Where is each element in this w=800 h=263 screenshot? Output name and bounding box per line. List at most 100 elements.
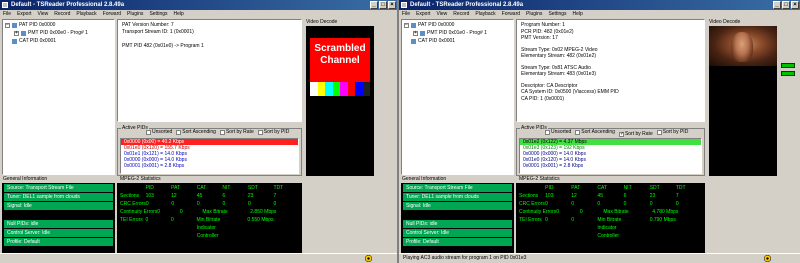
- general-row: Profile: Default: [403, 238, 512, 246]
- menu-file[interactable]: File: [0, 10, 14, 18]
- tsreader-window-2: Default - TSReader Professional 2.8.49a …: [399, 0, 800, 263]
- stats-row: Controller: [196, 233, 219, 239]
- menu-forward[interactable]: Forward: [100, 10, 124, 18]
- info-panel: Program Number: 1 PCR PID: 482 (0x01e2) …: [516, 19, 705, 122]
- color-bars: [310, 82, 370, 96]
- status-text: [0, 255, 4, 261]
- pid-tree[interactable]: − PAT PID 0x0000 + PMT PID 0x01e0 - Prog# …: [401, 19, 514, 175]
- menu-export[interactable]: Export: [413, 10, 433, 18]
- menu-record[interactable]: Record: [450, 10, 472, 18]
- title-bar[interactable]: Default - TSReader Professional 2.8.49a …: [0, 0, 397, 10]
- tree-node-cat[interactable]: CAT PID 0x0001: [5, 37, 112, 45]
- pid-tree[interactable]: − PAT PID 0x0000 + PMT PID 0x00e0 - Prog# …: [2, 19, 115, 175]
- general-row: Tuner: DEL1 sample from clouds: [4, 193, 113, 201]
- menu-view[interactable]: View: [434, 10, 451, 18]
- app-icon: [2, 2, 8, 8]
- general-row: Signal: Idle: [4, 202, 113, 210]
- stats-row: CRC Errors 0 0 0 0 0 0: [519, 201, 679, 207]
- info-line: [122, 36, 297, 43]
- sort-ascending-option[interactable]: Sort Ascending: [176, 129, 216, 135]
- stats-row: PID PAT CAT NIT SDT TDT: [145, 185, 284, 191]
- tree-node-pat[interactable]: − PAT PID 0x0000: [5, 21, 112, 29]
- stats-row: CRC Errors 0 0 0 0 0 0: [120, 201, 277, 207]
- window-title: Default - TSReader Professional 2.8.49a: [410, 2, 524, 8]
- general-row: Source: Transport Stream File: [403, 184, 512, 192]
- tree-node-pat[interactable]: − PAT PID 0x0000: [404, 21, 511, 29]
- pid-row[interactable]: 0x0001 (0x001) = 2.8 Kbps: [520, 163, 701, 169]
- menu-plugins[interactable]: Plugins: [523, 10, 545, 18]
- minimize-button[interactable]: _: [773, 1, 781, 9]
- tree-node-pmt[interactable]: + PMT PID 0x01e0 - Prog# 1: [404, 29, 511, 37]
- folder-icon: [420, 30, 425, 36]
- tree-node-cat[interactable]: CAT PID 0x0001: [404, 37, 511, 45]
- sort-by-pid-option[interactable]: Sort by PID: [656, 129, 688, 135]
- expand-icon[interactable]: +: [14, 30, 19, 36]
- folder-icon: [12, 38, 17, 44]
- scrambled-text: Scrambled Channel: [310, 43, 370, 67]
- expand-icon[interactable]: −: [404, 22, 409, 28]
- menu-help[interactable]: Help: [171, 10, 187, 18]
- stats-row: Continuity Errors 0 0 Max Bitrate 2.850 Mbps: [120, 209, 277, 215]
- unsorted-option[interactable]: Unsorted: [545, 129, 571, 135]
- menu-export[interactable]: Export: [14, 10, 34, 18]
- active-pids-group: Active PIDs Unsorted Sort Ascending Sort b…: [117, 125, 302, 176]
- menu-file[interactable]: File: [399, 10, 413, 18]
- menu-playback[interactable]: Playback: [73, 10, 99, 18]
- maximize-button[interactable]: □: [782, 1, 790, 9]
- sort-by-pid-option[interactable]: Sort by PID: [257, 129, 289, 135]
- maximize-button[interactable]: □: [379, 1, 387, 9]
- stats-row: TEI Errors 0 0 Min Bitrate 0.790 Mbps: [519, 217, 676, 223]
- close-button[interactable]: ×: [388, 1, 396, 9]
- menu-view[interactable]: View: [35, 10, 52, 18]
- general-row: [403, 211, 512, 219]
- stats-row: Controller: [597, 233, 620, 239]
- level-panel: [376, 19, 395, 176]
- folder-icon: [12, 22, 17, 28]
- sort-by-rate-option[interactable]: ✓ Sort by Rate: [618, 131, 653, 137]
- status-bar: [0, 253, 397, 263]
- menu-forward[interactable]: Forward: [499, 10, 523, 18]
- tree-node-pmt[interactable]: + PMT PID 0x00e0 - Prog# 1: [5, 29, 112, 37]
- menu-record[interactable]: Record: [51, 10, 73, 18]
- title-bar[interactable]: Default - TSReader Professional 2.8.49a …: [399, 0, 800, 10]
- expand-icon[interactable]: +: [413, 30, 418, 36]
- overlay-line: Scrambled: [314, 43, 366, 54]
- general-row: Profile: Default: [4, 238, 113, 246]
- stats-row: Indicator: [196, 225, 216, 231]
- menu-settings[interactable]: Settings: [545, 10, 569, 18]
- menu-bar: File Export View Record Playback Forward Plugi…: [399, 10, 800, 18]
- stats-title: MPEG-2 Statistics: [120, 176, 161, 182]
- sort-ascending-option[interactable]: Sort Ascending: [575, 129, 615, 135]
- menu-help[interactable]: Help: [570, 10, 586, 18]
- stats-row: TEI Errors 0 0 Min Bitrate 0.550 Mbps: [120, 217, 274, 223]
- tree-label: CAT PID 0x0001: [19, 38, 57, 44]
- stats-row: Indicator: [597, 225, 617, 231]
- sort-options: Unsorted Sort Ascending Sort by Rate Sort b…: [146, 129, 293, 137]
- pid-list[interactable]: 0x01e2 (0x122) = 4.37 Mbps 0x01e3 (0x123…: [519, 138, 702, 174]
- folder-icon: [21, 30, 26, 36]
- general-row: Control Server: Idle: [403, 229, 512, 237]
- close-button[interactable]: ×: [791, 1, 799, 9]
- video-title: Video Decode: [709, 19, 741, 25]
- stats-panel: PID PAT CAT NIT SDT TDT Sections 103 12 45 6 23 7 C…: [117, 183, 302, 253]
- stats-row: Continuity Errors 0 0 Max Bitrate 4.780 Mbps: [519, 209, 679, 215]
- minimize-button[interactable]: _: [370, 1, 378, 9]
- sort-by-rate-option[interactable]: Sort by Rate: [219, 129, 254, 135]
- radiation-icon: [764, 255, 771, 262]
- unsorted-option[interactable]: Unsorted: [146, 129, 172, 135]
- status-text: Playing AC3 audio stream for program 1 o…: [403, 255, 527, 261]
- level-panel: [779, 19, 798, 176]
- level-meter: [781, 63, 795, 68]
- general-row: Source: Transport Stream File: [4, 184, 113, 192]
- general-row: Signal: Idle: [403, 202, 512, 210]
- pid-list[interactable]: 0x0000 (0x00) = 40.2 Kbps 0x01e0 (0x120)…: [120, 138, 299, 174]
- menu-playback[interactable]: Playback: [472, 10, 498, 18]
- menu-plugins[interactable]: Plugins: [124, 10, 146, 18]
- expand-icon[interactable]: −: [5, 22, 10, 28]
- stats-title: MPEG-2 Statistics: [519, 176, 560, 182]
- pid-row[interactable]: 0x0001 (0x001) = 2.8 Kbps: [121, 163, 298, 169]
- general-info-title: General Information: [402, 176, 447, 182]
- menu-settings[interactable]: Settings: [146, 10, 170, 18]
- info-line: PAT Version Number: 7: [122, 22, 174, 28]
- tree-label: PAT PID 0x0000: [418, 22, 455, 28]
